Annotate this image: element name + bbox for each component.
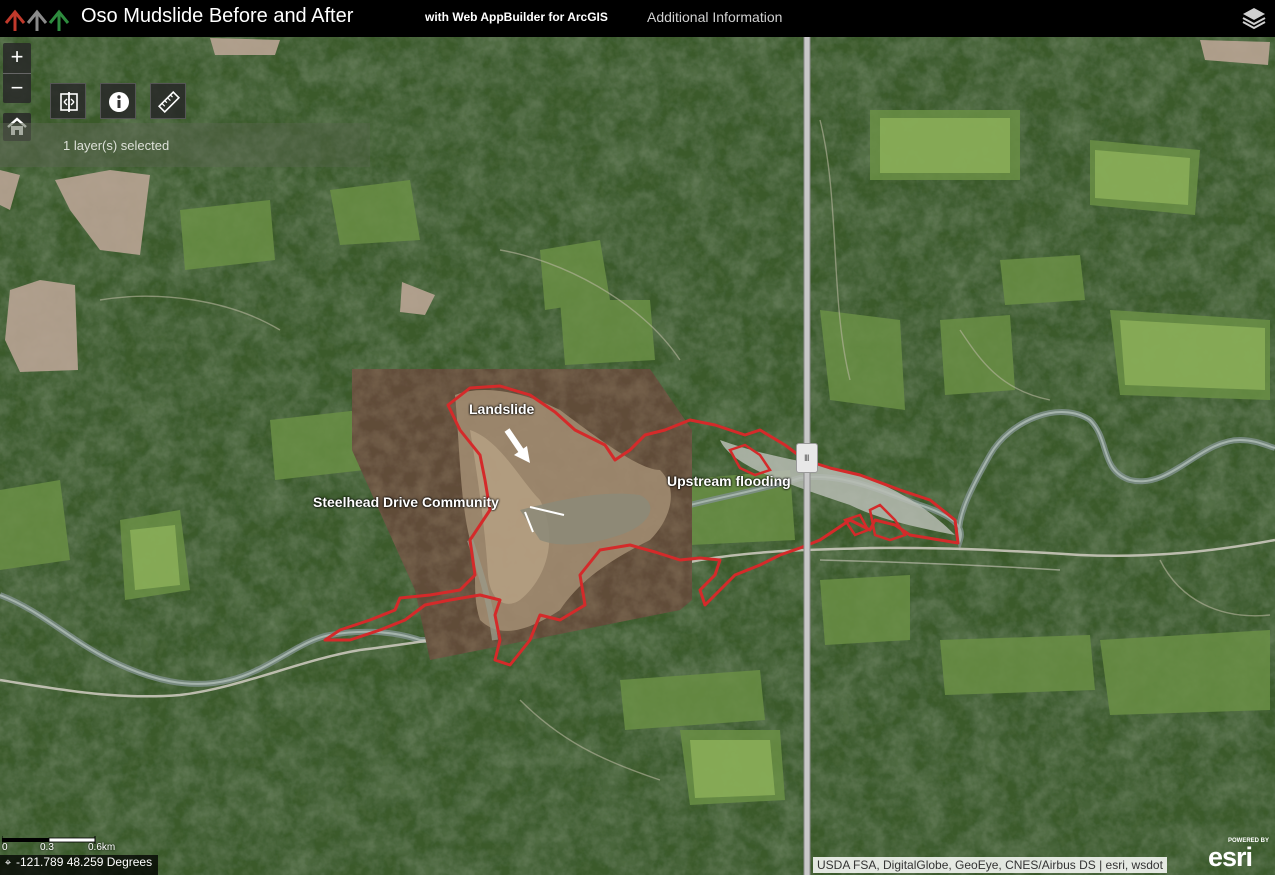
scale-label-0: 0 <box>2 842 8 853</box>
measure-tool-button[interactable] <box>150 83 186 119</box>
esri-logo: POWERED BY esri <box>1207 837 1273 873</box>
upstream-flooding-label: Upstream flooding <box>667 473 791 489</box>
layers-icon[interactable] <box>1240 5 1268 31</box>
zoom-control: + − <box>3 43 31 103</box>
layer-status-text: 1 layer(s) selected <box>63 138 170 153</box>
about-tool-button[interactable] <box>100 83 136 119</box>
map-attribution: USDA FSA, DigitalGlobe, GeoEye, CNES/Air… <box>813 857 1167 873</box>
app-subtitle: with Web AppBuilder for ArcGIS <box>425 10 608 24</box>
app-title: Oso Mudslide Before and After <box>81 5 354 27</box>
scale-label-1: 0.3 <box>40 842 54 853</box>
coordinate-text: -121.789 48.259 Degrees <box>16 855 153 869</box>
scale-label-2: 0.6km <box>88 842 116 853</box>
swipe-icon <box>60 92 78 112</box>
layer-status-bar: 1 layer(s) selected <box>0 123 370 167</box>
swipe-handle-grip: III <box>804 453 809 463</box>
app-logo-icon <box>4 9 70 31</box>
zoom-out-button[interactable]: − <box>3 73 31 104</box>
additional-information-link[interactable]: Additional Information <box>647 9 782 25</box>
zoom-in-button[interactable]: + <box>3 43 31 73</box>
swipe-handle[interactable]: III <box>796 443 818 473</box>
ruler-icon <box>158 91 180 113</box>
esri-word: esri <box>1208 842 1253 872</box>
coordinate-display[interactable]: ⌖ -121.789 48.259 Degrees <box>0 855 159 875</box>
swipe-tool-button[interactable] <box>50 83 86 119</box>
info-icon <box>109 92 129 112</box>
steelhead-community-label: Steelhead Drive Community <box>313 494 499 510</box>
crosshair-icon[interactable]: ⌖ <box>0 857 16 870</box>
scale-bar: 0 0.3 0.6km <box>1 836 115 856</box>
app-header: Oso Mudslide Before and After with Web A… <box>0 0 1275 37</box>
landslide-label: Landslide <box>469 401 535 417</box>
